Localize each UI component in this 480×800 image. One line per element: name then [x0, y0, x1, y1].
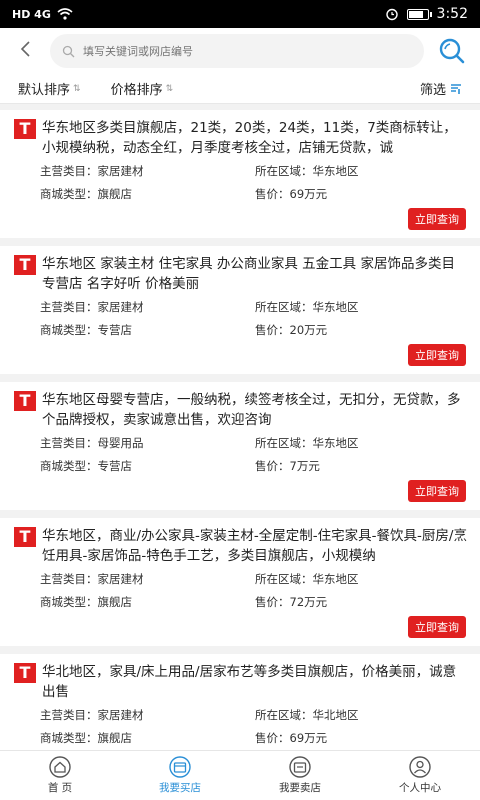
listing-list: T 华东地区多类目旗舰店，21类，20类，24类，11类，7类商标转让，小规模纳… — [0, 110, 480, 750]
search-icon — [62, 45, 75, 57]
sort-arrows-icon: ⇅ — [165, 83, 174, 94]
tmall-logo-icon: T — [14, 391, 36, 411]
tmall-logo-icon: T — [14, 119, 36, 139]
network-text: HD 4G — [12, 7, 51, 21]
category-row: 主营类目：家居建材 — [40, 572, 144, 586]
listing-title: 华北地区，家具/床上用品/居家布艺等多类目旗舰店，价格美丽，诚意出售 — [42, 664, 457, 700]
clock: 3:52 — [436, 6, 468, 22]
region-row: 所在区域：华东地区 — [255, 572, 359, 586]
search-header — [0, 28, 480, 74]
type-row: 商城类型：旗舰店 — [40, 595, 132, 609]
search-icon — [439, 38, 465, 64]
alarm-icon — [385, 8, 398, 21]
shop-sell-icon — [287, 756, 313, 778]
shop-buy-icon — [167, 756, 193, 778]
query-button[interactable]: 立即查询 — [408, 344, 466, 366]
home-icon — [47, 756, 73, 778]
tmall-logo-icon: T — [14, 663, 36, 683]
sort-price-button[interactable]: 价格排序 ⇅ — [111, 79, 174, 98]
price-row: 售价：7万元 — [255, 459, 320, 473]
back-button[interactable] — [10, 39, 40, 64]
status-bar: HD 4G 3:52 — [0, 0, 480, 28]
wifi-icon — [57, 8, 73, 20]
bottom-tab-bar: 首 页 我要买店 我要卖店 个人中心 — [0, 750, 480, 800]
region-row: 所在区域：华东地区 — [255, 300, 359, 314]
query-button[interactable]: 立即查询 — [408, 208, 466, 230]
type-row: 商城类型：旗舰店 — [40, 187, 132, 201]
listing-card[interactable]: T 华东地区 家装主材 住宅家具 办公商业家具 五金工具 家居饰品多类目专营店 … — [0, 246, 480, 374]
tab-home[interactable]: 首 页 — [0, 751, 120, 800]
tmall-logo-icon: T — [14, 527, 36, 547]
search-field-container[interactable] — [50, 34, 424, 68]
query-button[interactable]: 立即查询 — [408, 480, 466, 502]
sort-price-label: 价格排序 — [110, 83, 163, 98]
filter-icon — [451, 83, 461, 94]
listing-card[interactable]: T 华北地区，家具/床上用品/居家布艺等多类目旗舰店，价格美丽，诚意出售 主营类… — [0, 654, 480, 750]
tab-buy-shop-label: 我要买店 — [159, 782, 201, 794]
price-row: 售价：69万元 — [255, 187, 328, 201]
region-row: 所在区域：华东地区 — [255, 436, 359, 450]
filter-button[interactable]: 筛选 — [420, 79, 462, 98]
listing-title: 华东地区 家装主材 住宅家具 办公商业家具 五金工具 家居饰品多类目专营店 名字… — [42, 256, 455, 292]
search-button[interactable] — [434, 33, 470, 69]
sort-bar: 默认排序 ⇅ 价格排序 ⇅ 筛选 — [0, 74, 480, 104]
category-row: 主营类目：家居建材 — [40, 708, 144, 722]
category-row: 主营类目：家居建材 — [40, 300, 144, 314]
filter-label: 筛选 — [419, 83, 446, 98]
type-row: 商城类型：专营店 — [40, 323, 132, 337]
listing-card[interactable]: T 华东地区，商业/办公家具-家装主材-全屋定制-住宅家具-餐饮具-厨房/烹饪用… — [0, 518, 480, 646]
listing-card[interactable]: T 华东地区多类目旗舰店，21类，20类，24类，11类，7类商标转让，小规模纳… — [0, 110, 480, 238]
type-row: 商城类型：专营店 — [40, 459, 132, 473]
price-row: 售价：20万元 — [255, 323, 328, 337]
user-icon — [407, 756, 433, 778]
category-row: 主营类目：家居建材 — [40, 164, 144, 178]
tab-sell-shop-label: 我要卖店 — [279, 782, 321, 794]
tab-profile-label: 个人中心 — [399, 782, 441, 794]
search-input[interactable] — [83, 44, 412, 58]
listing-title: 华东地区，商业/办公家具-家装主材-全屋定制-住宅家具-餐饮具-厨房/烹饪用具-… — [42, 528, 467, 564]
tmall-logo-icon: T — [14, 255, 36, 275]
listing-title: 华东地区多类目旗舰店，21类，20类，24类，11类，7类商标转让，小规模纳税，… — [42, 120, 457, 156]
network-indicator: HD 4G — [12, 8, 73, 21]
sort-default-button[interactable]: 默认排序 ⇅ — [18, 79, 81, 98]
type-row: 商城类型：旗舰店 — [40, 731, 132, 745]
sort-default-label: 默认排序 — [18, 83, 71, 98]
listing-title: 华东地区母婴专营店，一般纳税，续签考核全过，无扣分，无贷款，多个品牌授权，卖家诚… — [42, 392, 461, 428]
tab-buy-shop[interactable]: 我要买店 — [120, 751, 240, 800]
region-row: 所在区域：华东地区 — [255, 164, 359, 178]
tab-sell-shop[interactable]: 我要卖店 — [240, 751, 360, 800]
listing-card[interactable]: T 华东地区母婴专营店，一般纳税，续签考核全过，无扣分，无贷款，多个品牌授权，卖… — [0, 382, 480, 510]
query-button[interactable]: 立即查询 — [408, 616, 466, 638]
price-row: 售价：69万元 — [255, 731, 328, 745]
price-row: 售价：72万元 — [255, 595, 328, 609]
tab-profile[interactable]: 个人中心 — [360, 751, 480, 800]
chevron-left-icon — [20, 40, 30, 57]
category-row: 主营类目：母婴用品 — [40, 436, 144, 450]
tab-home-label: 首 页 — [47, 782, 73, 794]
battery-icon — [406, 8, 432, 20]
region-row: 所在区域：华北地区 — [255, 708, 359, 722]
sort-arrows-icon: ⇅ — [73, 83, 81, 94]
